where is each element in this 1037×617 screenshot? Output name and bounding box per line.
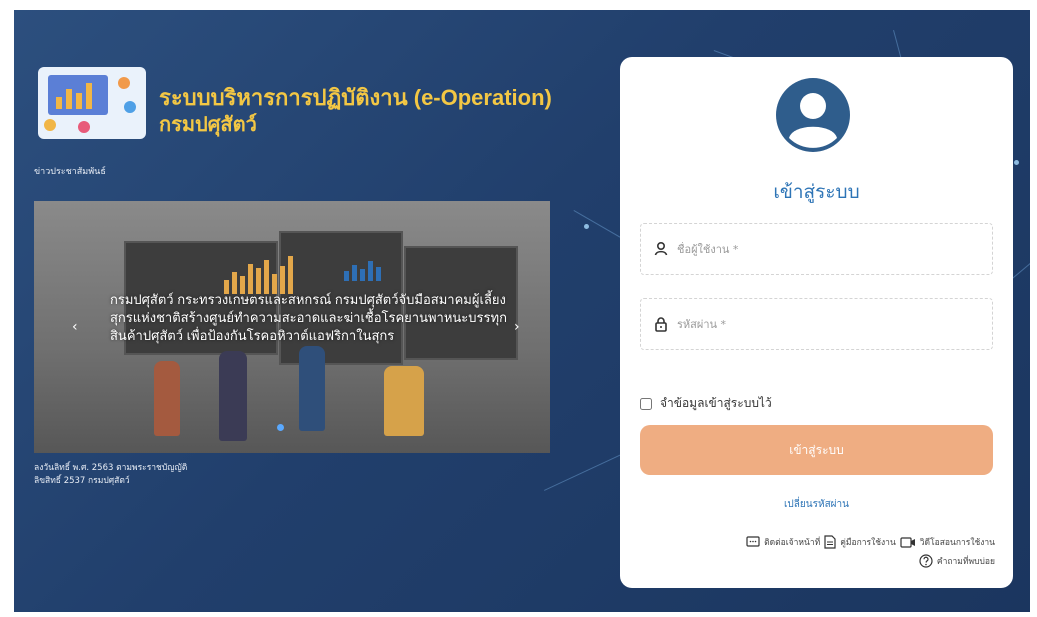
username-input[interactable] [675,241,979,257]
network-dot [584,224,589,229]
video-icon [900,536,915,548]
password-input[interactable] [675,316,979,332]
app-background: ระบบบริหารการปฏิบัติงาน (e-Operation) กร… [14,10,1030,612]
user-manual-link[interactable]: คู่มือการใช้งาน [840,535,896,549]
carousel-indicator[interactable] [277,424,284,431]
copyright-line-1: ลงวันลิทธิ์ พ.ศ. 2563 ตามพระราชบัญญัติ [34,463,188,473]
person-illustration [154,361,180,436]
remember-me-checkbox[interactable] [640,397,652,410]
person-illustration [299,346,325,431]
contact-staff-link[interactable]: ติดต่อเจ้าหน้าที่ [764,535,820,549]
copyright-text: ลงวันลิทธิ์ พ.ศ. 2563 ตามพระราชบัญญัติ ล… [34,462,187,488]
department-title: กรมปศุสัตว์ [159,114,257,136]
carousel-next-arrow[interactable]: › [514,319,520,335]
copyright-line-2: ลิขสิทธิ์ 2537 กรมปศุสัตว์ [34,476,130,486]
user-avatar-icon [773,75,853,155]
carousel-prev-arrow[interactable]: ‹ [72,319,78,335]
help-links: ติดต่อเจ้าหน้าที่ คู่มือการใช้งาน วิดีโอ… [746,535,995,549]
e-operation-logo [38,67,146,139]
faq-row: คำถามที่พบบ่อย [919,554,995,568]
person-illustration [384,366,424,436]
user-icon [654,241,668,256]
faq-link[interactable]: คำถามที่พบบ่อย [937,554,995,568]
question-icon [919,554,933,568]
login-title: เข้าสู่ระบบ [773,182,860,203]
network-dot [1014,160,1019,165]
change-password-link[interactable]: เปลี่ยนรหัสผ่าน [620,497,1013,512]
password-field[interactable] [640,298,993,350]
video-tutorial-link[interactable]: วิดีโอสอนการใช้งาน [920,535,995,549]
news-banner[interactable]: ‹ › กรมปศุสัตว์ กระทรวงเกษตรและสหกรณ์ กร… [34,201,550,453]
username-field[interactable] [640,223,993,275]
bar-chart-illustration [224,256,293,294]
person-illustration [219,351,247,441]
login-card: เข้าสู่ระบบ จำข้อมูลเข้าสู่ระบบไว้ เข้าส… [620,57,1013,588]
login-button[interactable]: เข้าสู่ระบบ [640,425,993,475]
lock-icon [655,317,667,332]
chat-icon [746,535,760,547]
news-section-label: ข่าวประชาสัมพันธ์ [34,167,106,177]
document-icon [824,535,836,549]
news-headline[interactable]: กรมปศุสัตว์ กระทรวงเกษตรและสหกรณ์ กรมปศุ… [110,291,510,345]
remember-me-label: จำข้อมูลเข้าสู่ระบบไว้ [660,396,772,410]
remember-me[interactable]: จำข้อมูลเข้าสู่ระบบไว้ [640,394,772,413]
bar-chart-illustration [344,261,381,281]
